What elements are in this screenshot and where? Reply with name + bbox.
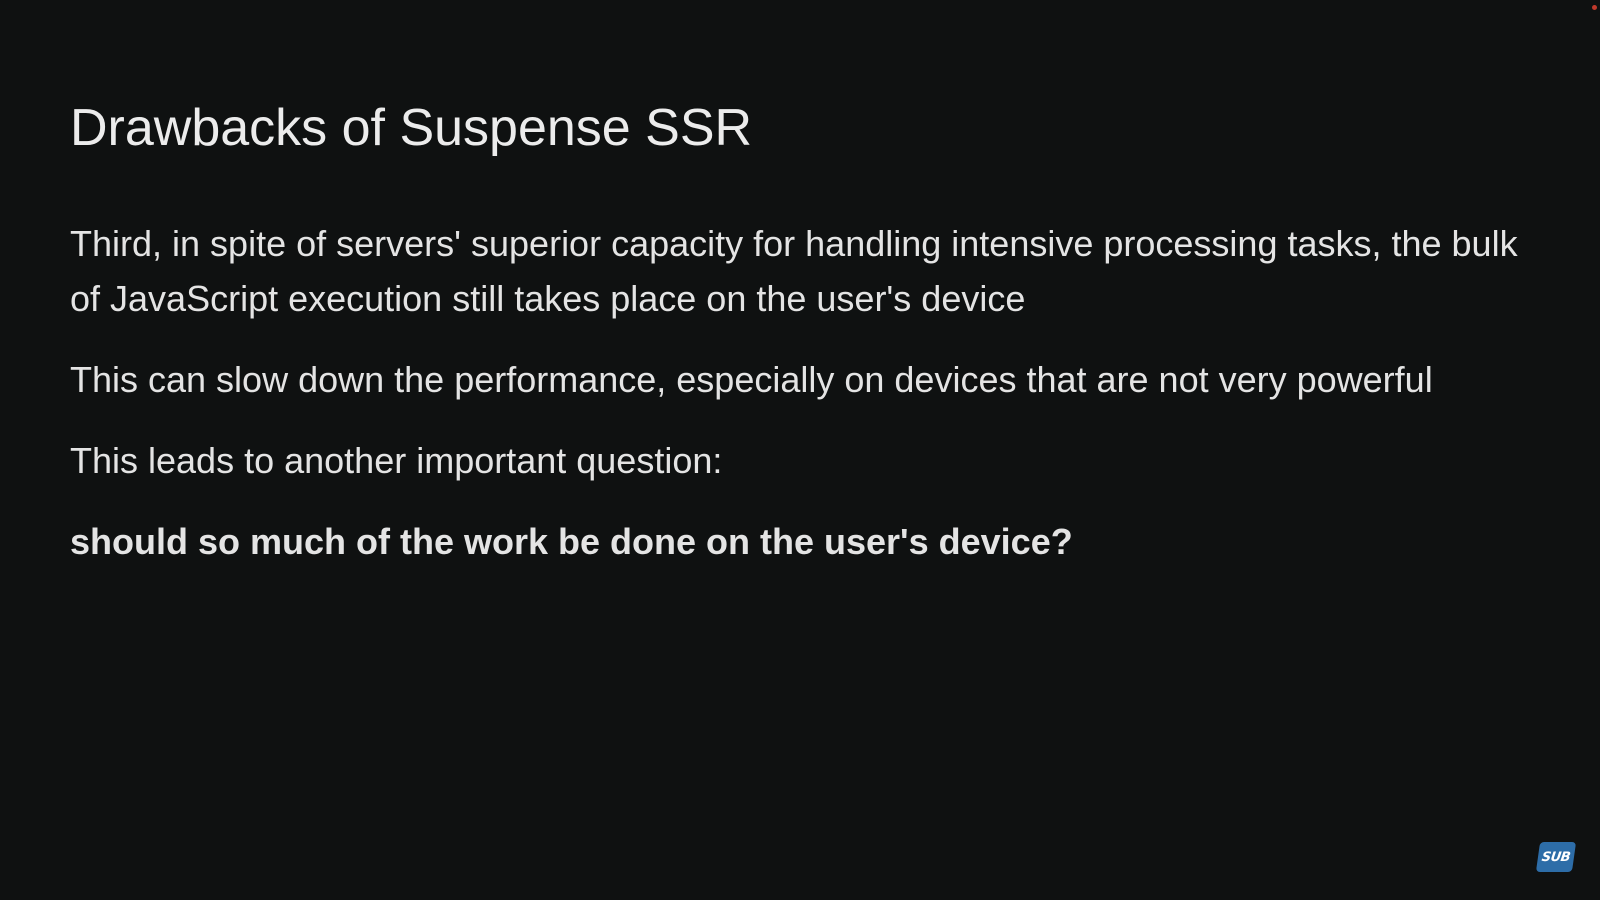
- subscribe-badge-label: SUB: [1540, 849, 1572, 865]
- slide-title: Drawbacks of Suspense SSR: [70, 99, 753, 157]
- paragraph-question-lead: This leads to another important question…: [70, 440, 723, 481]
- slide: Drawbacks of Suspense SSR Third, in spit…: [0, 0, 1600, 900]
- subscribe-badge-icon[interactable]: SUB: [1535, 842, 1577, 872]
- paragraph-third-point: Third, in spite of servers' superior cap…: [70, 223, 1518, 319]
- paragraph-performance: This can slow down the performance, espe…: [70, 359, 1433, 400]
- emphasis-question: should so much of the work be done on th…: [70, 521, 1073, 562]
- corner-indicator-dot: [1592, 5, 1597, 10]
- slide-body: Third, in spite of servers' superior cap…: [70, 216, 1550, 595]
